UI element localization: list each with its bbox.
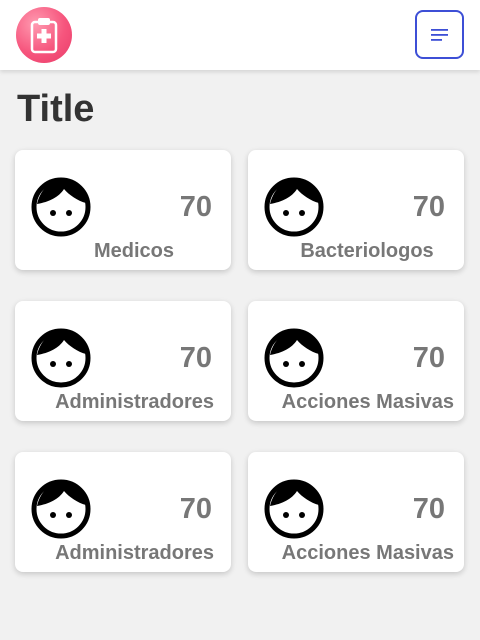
card-count: 70 <box>412 493 445 525</box>
stat-card-administradores[interactable]: 70 Administradores <box>15 301 231 421</box>
stat-card-medicos[interactable]: 70 Medicos <box>15 150 231 270</box>
clipboard-medical-icon <box>30 18 58 54</box>
card-label: Acciones Masivas <box>281 542 454 564</box>
page-title: Title <box>17 88 95 130</box>
face-icon <box>31 177 91 237</box>
card-label: Bacteriologos <box>300 240 434 262</box>
card-count: 70 <box>179 342 212 374</box>
card-label: Acciones Masivas <box>281 391 454 413</box>
card-count: 70 <box>412 191 445 223</box>
face-icon <box>31 328 91 388</box>
app-logo[interactable] <box>16 7 72 63</box>
card-count: 70 <box>412 342 445 374</box>
top-bar <box>0 0 480 70</box>
card-count: 70 <box>179 191 212 223</box>
menu-button[interactable] <box>415 10 464 59</box>
card-count: 70 <box>179 493 212 525</box>
card-label: Medicos <box>93 240 175 262</box>
card-label: Administradores <box>55 542 214 564</box>
face-icon <box>264 479 324 539</box>
menu-lines-icon <box>430 28 448 41</box>
stat-card-acciones-masivas-2[interactable]: 70 Acciones Masivas <box>248 452 464 572</box>
face-icon <box>264 177 324 237</box>
face-icon <box>264 328 324 388</box>
card-label: Administradores <box>55 391 214 413</box>
stat-card-bacteriologos[interactable]: 70 Bacteriologos <box>248 150 464 270</box>
stat-card-administradores-2[interactable]: 70 Administradores <box>15 452 231 572</box>
stat-card-acciones-masivas[interactable]: 70 Acciones Masivas <box>248 301 464 421</box>
face-icon <box>31 479 91 539</box>
